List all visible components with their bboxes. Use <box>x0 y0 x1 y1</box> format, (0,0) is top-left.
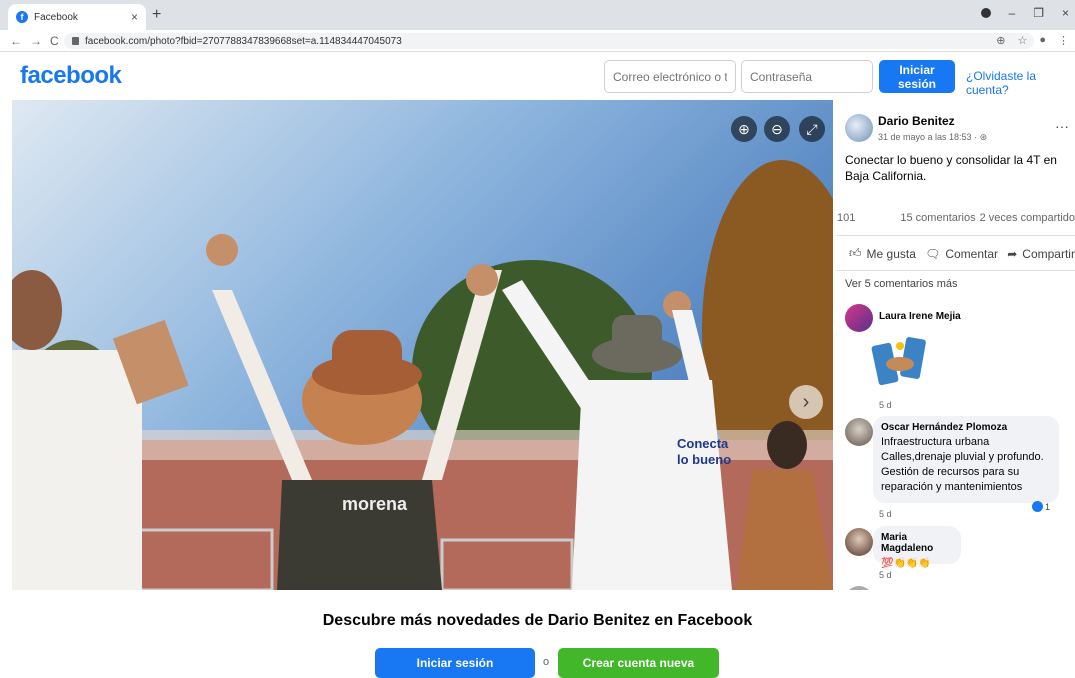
divider <box>837 235 1075 236</box>
like-button[interactable]: 👍︎ Me gusta <box>849 246 916 261</box>
forward-icon[interactable]: → <box>30 34 42 48</box>
browser-tab[interactable]: f Facebook × <box>8 4 146 30</box>
forgot-account-link[interactable]: ¿Olvidaste la cuenta? <box>966 69 1075 97</box>
create-account-button[interactable]: Crear cuenta nueva <box>558 648 719 678</box>
facebook-header: facebook Iniciar sesión ¿Olvidaste la cu… <box>0 52 1075 100</box>
comment-text: 💯👏👏👏 <box>881 558 931 569</box>
post-date-text: 31 de mayo a las 18:53 · <box>878 132 980 142</box>
post-actions: 👍︎ Me gusta 🗨︎ Comentar ➦ Compartir <box>849 246 1075 261</box>
browser-tab-strip: f Facebook × + – ❐ × <box>0 0 1075 30</box>
signup-title: Descubre más novedades de Dario Benitez … <box>322 612 753 629</box>
comment-reaction-count: 1 <box>1045 501 1051 512</box>
profile-icon[interactable] <box>980 8 991 18</box>
share-button[interactable]: ➦ Compartir <box>1007 246 1075 261</box>
author-avatar[interactable] <box>845 114 873 142</box>
comment-bubble: Oscar Hernández Plomoza Infraestructura … <box>873 416 1059 503</box>
comment-text: Infraestructura urbana Calles,drenaje pl… <box>881 436 1044 493</box>
login-button[interactable]: Iniciar sesión <box>879 60 955 93</box>
more-options-icon[interactable]: ··· <box>1055 118 1069 134</box>
commenter-name[interactable]: Oscar Hernández Plomoza <box>881 422 1051 433</box>
close-window-icon[interactable]: × <box>1062 6 1069 20</box>
signup-prompt: Descubre más novedades de Dario Benitez … <box>0 590 1075 678</box>
comment-count[interactable]: 15 comentarios <box>900 212 975 224</box>
window-controls: – ❐ × <box>980 6 1069 20</box>
shirt-text-2: lo bueno <box>677 452 731 467</box>
share-count[interactable]: 2 veces compartido <box>980 212 1075 224</box>
thumbs-up-icon: 👍︎ <box>849 246 862 260</box>
menu-icon[interactable]: ⋮ <box>1058 34 1069 47</box>
toolbar-right: ⊕ ☆ ● ⋮ <box>996 34 1069 47</box>
share-arrow-icon: ➦ <box>1007 246 1018 261</box>
tab-title: Facebook <box>34 11 78 23</box>
rally-photo-illustration: morena Conecta lo bueno <box>12 100 833 590</box>
email-input[interactable] <box>604 60 736 93</box>
commenter-name[interactable]: Maria Magdaleno <box>881 532 953 554</box>
post-text: Conectar lo bueno y consolidar la 4T en … <box>845 153 1057 183</box>
expand-icon[interactable]: ⤢ <box>799 116 825 142</box>
password-input[interactable] <box>741 60 873 93</box>
author-name[interactable]: Dario Benitez <box>878 114 955 128</box>
like-reaction-icon <box>1032 501 1043 512</box>
post-stats: 101 15 comentarios 2 veces compartido <box>837 212 1075 224</box>
see-more-comments-link[interactable]: Ver 5 comentarios más <box>845 278 958 290</box>
zoom-page-icon[interactable]: ⊕ <box>996 34 1005 47</box>
facebook-favicon-icon: f <box>16 11 28 23</box>
browser-toolbar: ← → C facebook.com/photo?fbid=2707788347… <box>0 30 1075 52</box>
commenter-avatar[interactable] <box>845 528 873 556</box>
reaction-count[interactable]: 101 <box>837 212 855 224</box>
login-button-bottom[interactable]: Iniciar sesión <box>375 648 535 678</box>
comment-reactions[interactable]: 1 <box>1032 501 1050 512</box>
commenter-avatar[interactable] <box>845 418 873 446</box>
minimize-icon[interactable]: – <box>1009 6 1016 20</box>
url-text: facebook.com/photo?fbid=2707788347839668… <box>85 35 402 47</box>
address-bar[interactable]: facebook.com/photo?fbid=2707788347839668… <box>64 33 1034 49</box>
lock-icon <box>72 37 79 45</box>
account-icon[interactable]: ● <box>1039 34 1046 47</box>
facebook-logo[interactable]: facebook <box>20 62 122 90</box>
comment-time: 5 d <box>879 509 892 519</box>
commenter-avatar[interactable] <box>845 304 873 332</box>
comment-label: Comentar <box>945 246 999 261</box>
comment-bubble: Maria Magdaleno 💯👏👏👏 <box>873 526 961 569</box>
globe-icon: ⊛ <box>979 132 988 142</box>
like-label: Me gusta <box>866 246 916 261</box>
sticker-handshake-icon <box>871 337 926 386</box>
share-label: Compartir <box>1022 246 1075 261</box>
commenter-name[interactable]: Laura Irene Mejia <box>879 311 961 322</box>
comment-button[interactable]: 🗨︎ Comentar <box>925 246 998 261</box>
or-label: o <box>543 656 550 668</box>
post-photo[interactable]: morena Conecta lo bueno <box>12 100 833 590</box>
divider <box>837 270 1075 271</box>
post-date: 31 de mayo a las 18:53 · ⊛ <box>878 132 987 143</box>
back-icon[interactable]: ← <box>10 34 22 48</box>
speech-bubble-icon: 🗨︎ <box>925 246 941 261</box>
vest-text: morena <box>342 494 408 514</box>
comment-time: 5 d <box>879 570 892 580</box>
shirt-text-1: Conecta <box>677 436 729 451</box>
close-tab-icon[interactable]: × <box>131 10 138 24</box>
post-sidebar: Dario Benitez 31 de mayo a las 18:53 · ⊛… <box>833 100 1075 590</box>
comment-time: 5 d <box>879 400 892 410</box>
new-tab-icon[interactable]: + <box>152 6 161 24</box>
zoom-out-icon[interactable]: ⊖ <box>764 116 790 142</box>
restore-icon[interactable]: ❐ <box>1033 6 1044 20</box>
next-photo-icon[interactable]: › <box>789 385 823 419</box>
reload-icon[interactable]: C <box>50 34 59 48</box>
zoom-in-icon[interactable]: ⊕ <box>731 116 757 142</box>
bookmark-star-icon[interactable]: ☆ <box>1017 34 1027 47</box>
